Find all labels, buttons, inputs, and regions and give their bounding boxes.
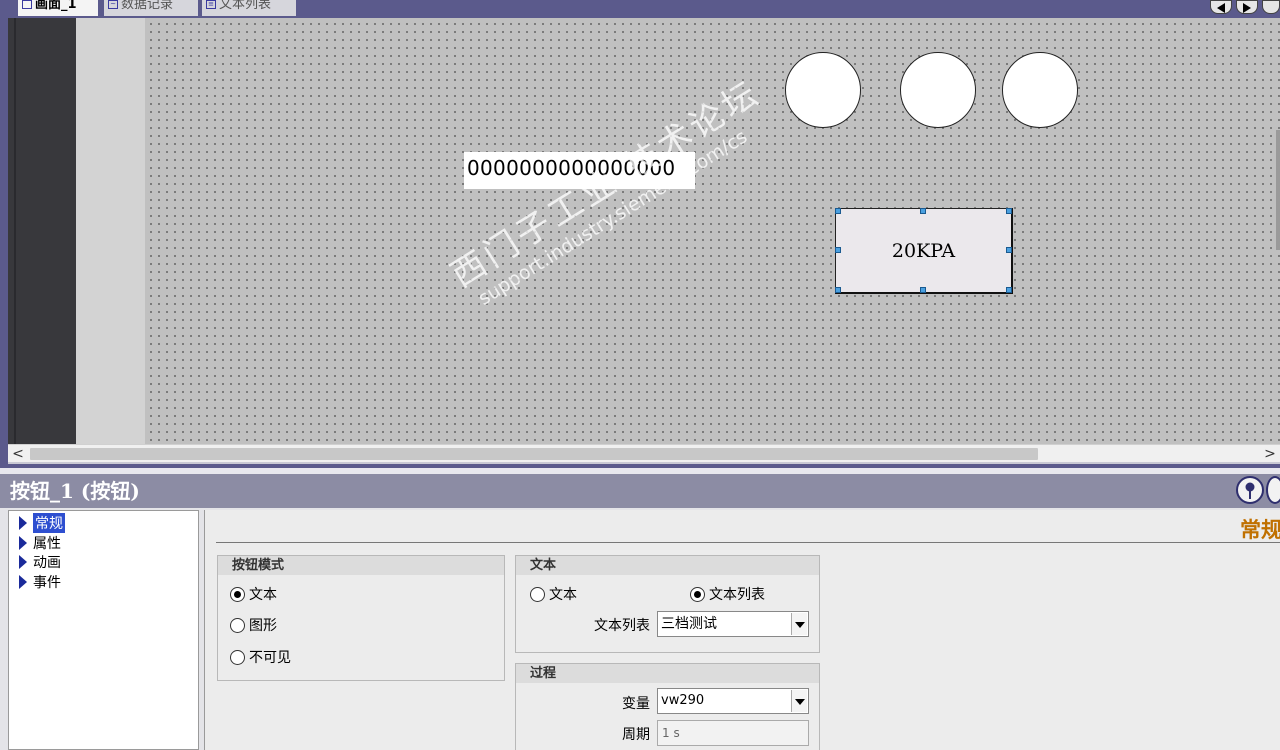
arrow-right-icon: [19, 555, 27, 569]
horizontal-scrollbar[interactable]: < >: [8, 444, 1280, 462]
radio-text-list[interactable]: 文本列表: [690, 584, 765, 604]
radio-label: 文本: [249, 587, 277, 603]
resize-handle[interactable]: [835, 247, 841, 253]
dropdown-value: vw290: [661, 693, 705, 708]
arrow-right-icon: [19, 516, 27, 530]
tab-label: 画面_1: [35, 0, 77, 12]
text-group: 文本: [515, 555, 820, 653]
indicator-lamp-3[interactable]: [1002, 52, 1078, 128]
section-title: 常规: [1240, 517, 1280, 542]
indicator-lamp-1[interactable]: [785, 52, 861, 128]
tab-close-button[interactable]: [1262, 0, 1280, 14]
hmi-button-label: 20KPA: [891, 239, 956, 262]
tab-prev-button[interactable]: [1210, 0, 1232, 14]
tree-item-animation[interactable]: 动画: [19, 553, 61, 571]
hmi-button[interactable]: 20KPA: [835, 208, 1013, 294]
tree-item-properties[interactable]: 属性: [19, 534, 61, 552]
resize-handle[interactable]: [920, 208, 926, 214]
tree-item-label: 常规: [33, 513, 65, 533]
group-heading: 文本: [516, 556, 819, 575]
scroll-left-arrow[interactable]: <: [8, 445, 28, 463]
radio-button[interactable]: [230, 617, 245, 633]
resize-handle[interactable]: [1006, 287, 1012, 293]
pin-icon[interactable]: [1236, 476, 1264, 504]
tab-screen-1[interactable]: 画面_1: [18, 0, 98, 16]
property-category-tree: 常规 属性 动画 事件: [8, 510, 199, 750]
tree-item-general[interactable]: 常规: [19, 513, 65, 533]
section-divider: [216, 542, 1280, 543]
radio-label: 不可见: [249, 650, 291, 666]
text-list-label: 文本列表: [594, 618, 650, 634]
group-heading: 过程: [516, 664, 819, 683]
radio-button[interactable]: [690, 586, 705, 602]
list-icon: ≡: [206, 0, 216, 9]
chevron-down-icon[interactable]: [791, 690, 807, 712]
editor-tab-bar: 画面_1 ~ 数据记录 ≡ 文本列表: [0, 0, 1280, 16]
variable-dropdown[interactable]: vw290: [657, 688, 809, 714]
tab-next-button[interactable]: [1236, 0, 1258, 14]
resize-handle[interactable]: [1006, 208, 1012, 214]
radio-button[interactable]: [230, 649, 245, 665]
scrollbar-thumb[interactable]: [30, 448, 1038, 460]
group-heading: 按钮模式: [218, 556, 504, 575]
editor-left-gutter: [76, 18, 145, 444]
scroll-right-arrow[interactable]: >: [1260, 445, 1280, 463]
tab-label: 文本列表: [219, 0, 272, 12]
properties-panel-title: 按钮_1 (按钮): [0, 474, 1280, 508]
close-icon[interactable]: [1266, 476, 1280, 504]
tree-item-events[interactable]: 事件: [19, 573, 61, 591]
radio-label: 图形: [249, 618, 277, 634]
cycle-label: 周期: [622, 727, 650, 743]
radio-label: 文本: [549, 587, 577, 603]
editor-left-margin: [8, 18, 76, 444]
indicator-lamp-2[interactable]: [900, 52, 976, 128]
resize-handle[interactable]: [1006, 247, 1012, 253]
radio-mode-text[interactable]: 文本: [230, 584, 277, 604]
tab-label: 数据记录: [121, 0, 174, 12]
chevron-down-icon[interactable]: [791, 613, 807, 635]
tree-item-label: 动画: [33, 555, 61, 571]
radio-text[interactable]: 文本: [530, 584, 577, 604]
pin-glyph: [1245, 482, 1255, 499]
trend-icon: ~: [108, 0, 118, 9]
tab-data-log[interactable]: ~ 数据记录: [104, 0, 198, 16]
tab-text-list[interactable]: ≡ 文本列表: [202, 0, 296, 16]
resize-handle[interactable]: [920, 287, 926, 293]
variable-label: 变量: [622, 696, 650, 712]
radio-label: 文本列表: [709, 587, 765, 603]
radio-mode-invisible[interactable]: 不可见: [230, 647, 291, 667]
cycle-field: 1 s: [657, 720, 809, 746]
arrow-left-icon: [1217, 3, 1225, 13]
io-field[interactable]: 0000000000000000: [464, 152, 695, 189]
arrow-right-icon: [19, 536, 27, 550]
radio-mode-graphic[interactable]: 图形: [230, 615, 277, 635]
radio-button[interactable]: [230, 586, 245, 602]
resize-handle[interactable]: [835, 208, 841, 214]
resize-handle[interactable]: [835, 287, 841, 293]
screen-canvas[interactable]: [145, 18, 1280, 444]
arrow-right-icon: [1243, 3, 1251, 13]
editor-right-edge: [1276, 130, 1280, 250]
text-list-dropdown[interactable]: 三档测试: [657, 611, 809, 637]
tree-item-label: 事件: [33, 575, 61, 591]
tree-item-label: 属性: [33, 536, 61, 552]
arrow-right-icon: [19, 575, 27, 589]
radio-button[interactable]: [530, 586, 545, 602]
screen-icon: [22, 0, 32, 9]
dropdown-value: 三档测试: [661, 616, 717, 632]
